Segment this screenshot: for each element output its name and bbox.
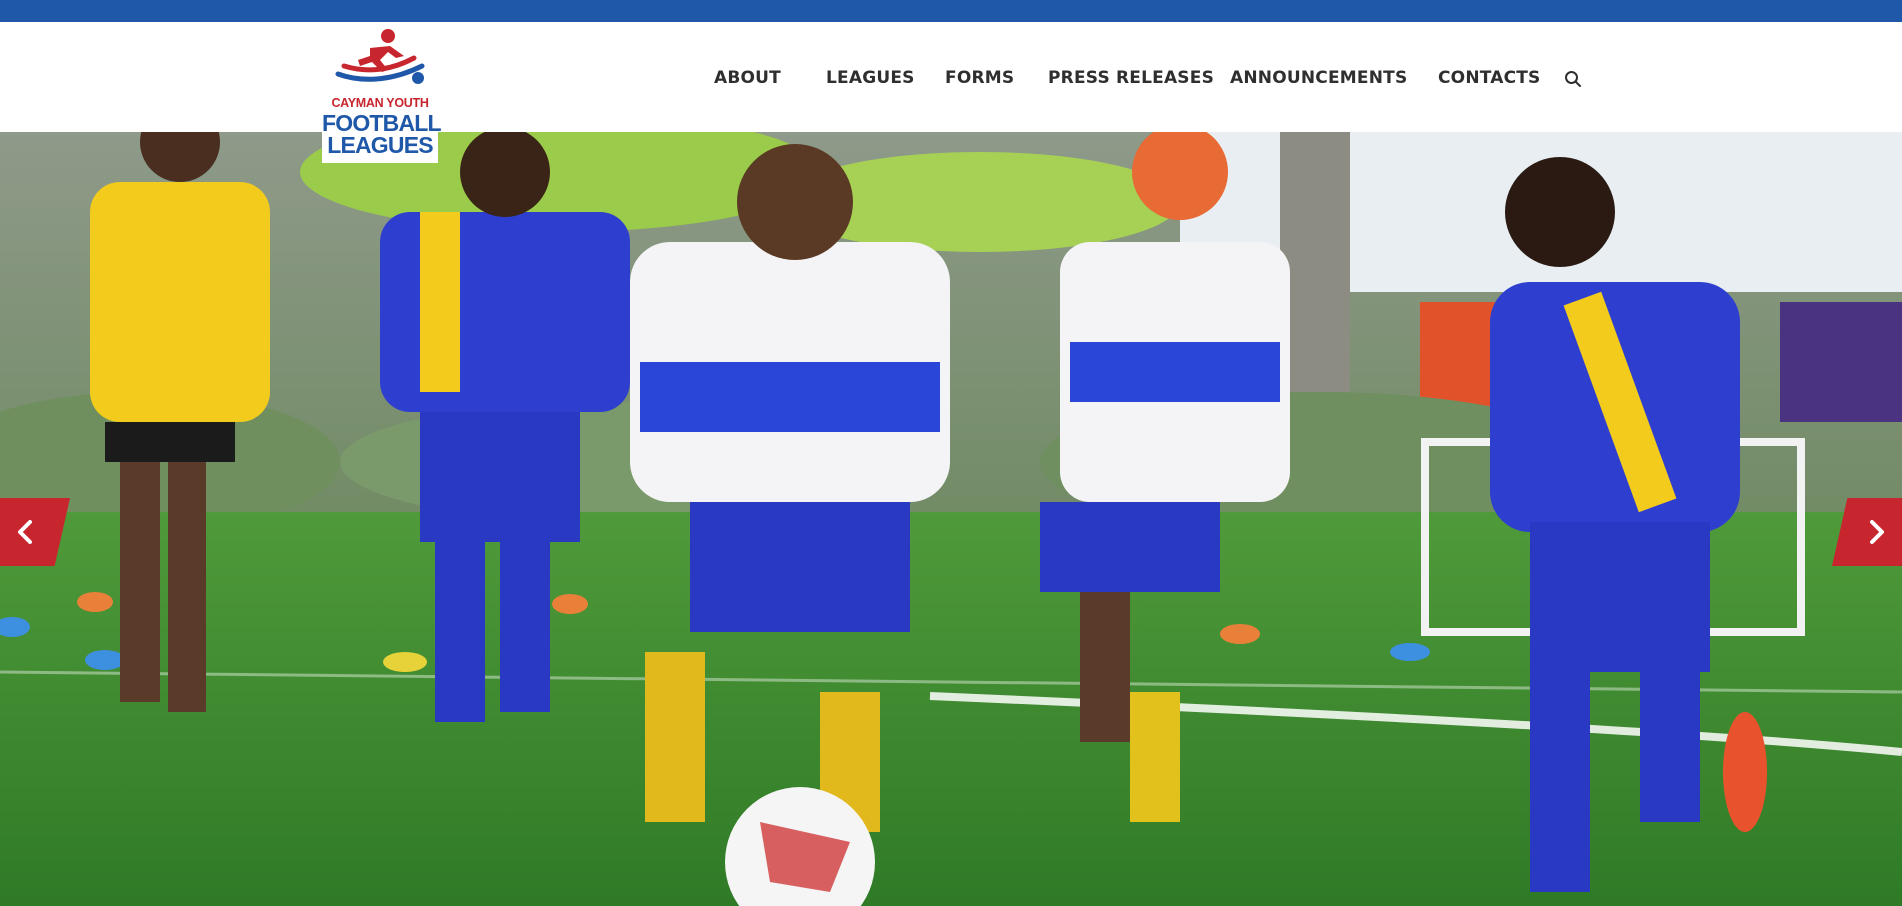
top-accent-bar bbox=[0, 0, 1902, 22]
nav-item-announcements[interactable]: ANNOUNCEMENTS bbox=[1230, 68, 1407, 88]
nav-item-press-releases[interactable]: PRESS RELEASES bbox=[1048, 68, 1214, 88]
site-logo[interactable]: CAYMAN YOUTH FOOTBALL LEAGUES bbox=[322, 22, 442, 163]
nav-item-leagues[interactable]: LEAGUES bbox=[826, 68, 915, 88]
player-logo-icon bbox=[335, 29, 425, 84]
search-icon[interactable] bbox=[1563, 69, 1583, 89]
hero-photo bbox=[0, 132, 1902, 906]
chevron-left-icon bbox=[18, 520, 32, 544]
main-navigation: ABOUT LEAGUES FORMS PRESS RELEASES ANNOU… bbox=[0, 22, 1902, 132]
nav-item-contacts[interactable]: CONTACTS bbox=[1438, 68, 1541, 88]
nav-item-about[interactable]: ABOUT bbox=[714, 68, 781, 88]
hero-slider bbox=[0, 132, 1902, 906]
logo-text-bottom: LEAGUES bbox=[327, 132, 433, 158]
logo-text-top: CAYMAN YOUTH bbox=[331, 96, 429, 110]
nav-item-forms[interactable]: FORMS bbox=[945, 68, 1014, 88]
chevron-right-icon bbox=[1870, 520, 1884, 544]
